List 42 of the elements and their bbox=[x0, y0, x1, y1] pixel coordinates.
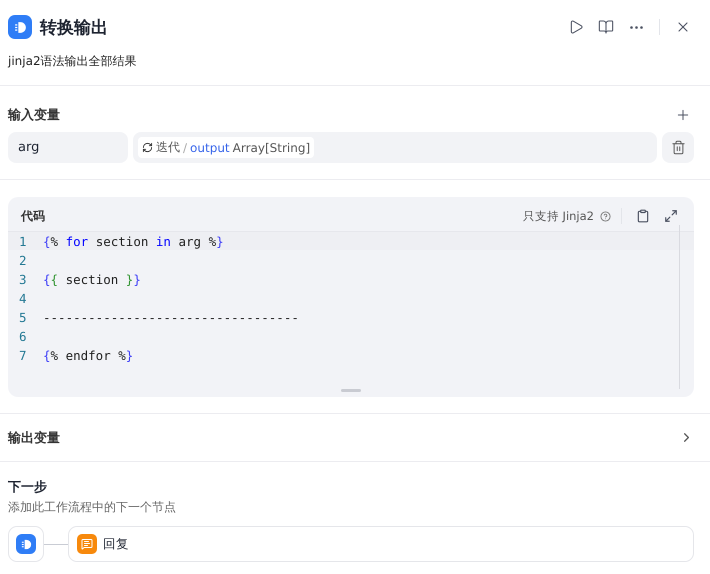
separator: / bbox=[183, 140, 188, 154]
type-label: Array[String] bbox=[232, 140, 310, 154]
resize-handle[interactable] bbox=[341, 389, 361, 392]
trash-icon bbox=[670, 140, 686, 155]
help-icon bbox=[600, 210, 611, 222]
variable-source-field[interactable]: 迭代 / output Array[String] bbox=[133, 132, 657, 163]
expand-icon bbox=[664, 209, 678, 223]
variable-label: output bbox=[190, 140, 230, 154]
node-logo-icon bbox=[20, 538, 32, 550]
section-description: 添加此工作流程中的下一个节点 bbox=[7, 499, 177, 516]
loop-icon bbox=[142, 142, 153, 153]
line-number: 1 bbox=[18, 234, 28, 248]
panel-title: 转换输出 bbox=[40, 16, 109, 38]
section-title: 输入变量 bbox=[8, 106, 60, 124]
code-editor[interactable]: 代码 只支持 Jinja2 1 {% for section in arg %} 2 3 {{ section }} 4 5 ---------------------------------- 6 7 {% endfor %} bbox=[8, 197, 694, 397]
variable-name-field[interactable]: arg bbox=[8, 132, 128, 163]
code-line: {% endfor %} bbox=[43, 348, 134, 362]
section-title: 下一步 bbox=[7, 479, 48, 496]
play-icon bbox=[568, 19, 584, 35]
node-label: 回复 bbox=[103, 536, 129, 552]
section-title: 输出变量 bbox=[8, 430, 60, 446]
line-number: 2 bbox=[18, 252, 28, 268]
panel-description: jinja2语法输出全部结果 bbox=[6, 53, 138, 70]
node-logo-icon bbox=[12, 20, 28, 34]
delete-button[interactable] bbox=[662, 132, 694, 163]
clipboard-icon bbox=[636, 209, 650, 223]
line-number: 6 bbox=[18, 328, 28, 344]
more-icon bbox=[630, 26, 642, 28]
code-title: 代码 bbox=[21, 208, 46, 224]
chat-icon bbox=[81, 538, 93, 550]
code-line: ---------------------------------- bbox=[43, 310, 299, 324]
next-node-card[interactable]: 回复 bbox=[68, 526, 694, 562]
line-number: 4 bbox=[18, 290, 28, 306]
line-number: 5 bbox=[18, 310, 28, 324]
source-label: 迭代 bbox=[156, 139, 180, 156]
support-note: 只支持 Jinja2 bbox=[522, 208, 594, 224]
book-icon bbox=[598, 19, 614, 35]
line-number: 7 bbox=[18, 348, 28, 362]
code-line: {% for section in arg %} bbox=[43, 234, 224, 248]
code-line: {{ section }} bbox=[43, 272, 141, 286]
plus-icon bbox=[675, 107, 691, 123]
line-number: 3 bbox=[18, 272, 28, 286]
